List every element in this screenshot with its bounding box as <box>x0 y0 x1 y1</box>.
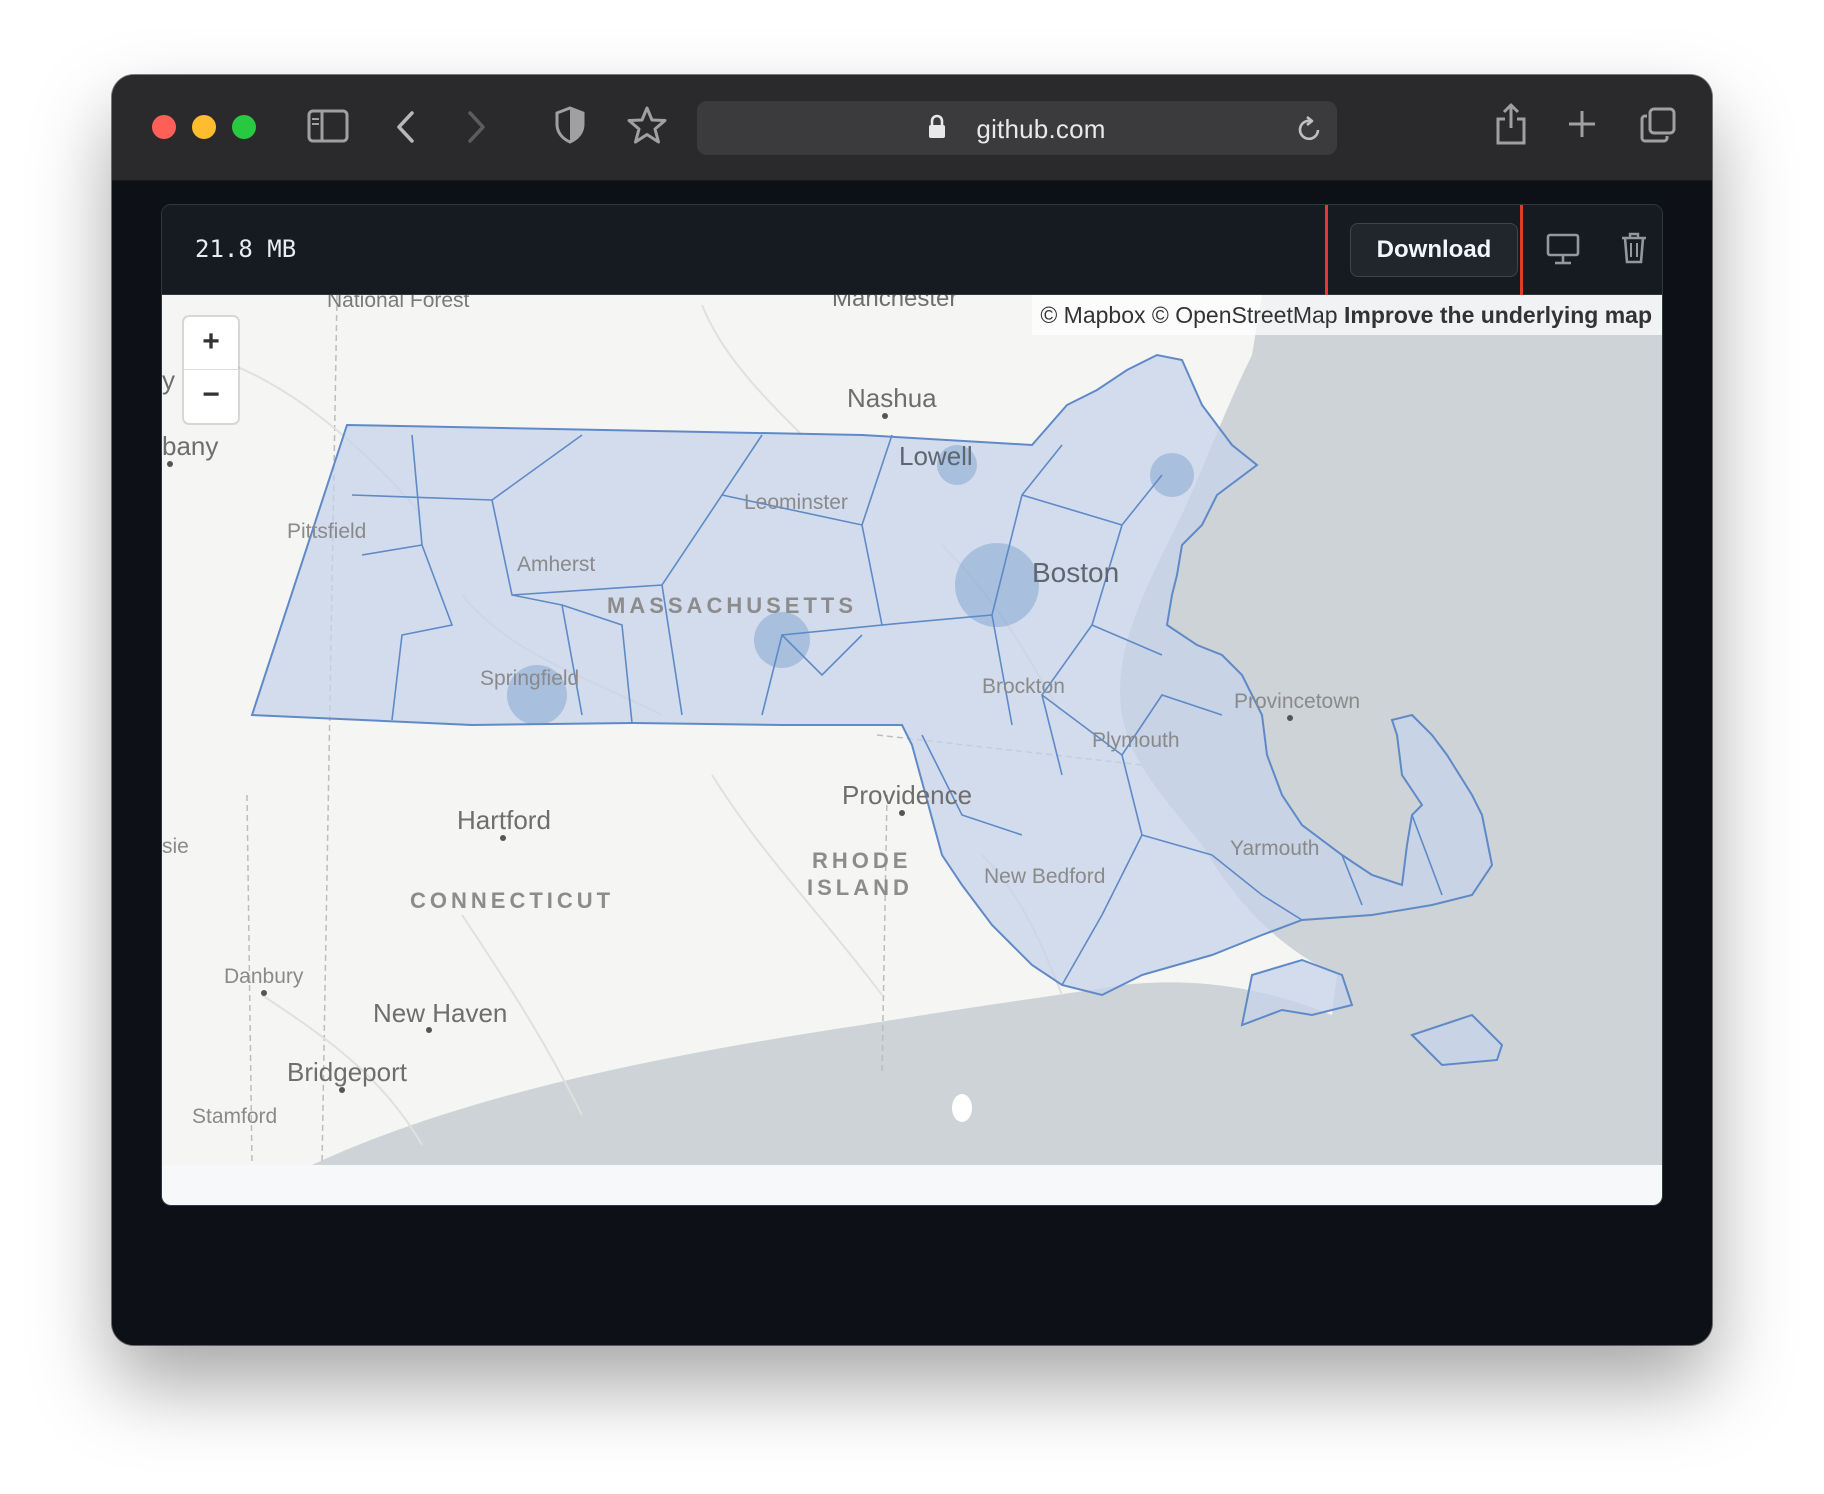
zoom-controls: + − <box>184 317 238 423</box>
url-text: github.com <box>976 114 1106 144</box>
city-dot <box>882 413 888 419</box>
place-label: Stamford <box>192 1105 278 1128</box>
place-label: Danbury <box>224 965 304 988</box>
maximize-window-button[interactable] <box>232 115 256 139</box>
city-dot <box>500 835 506 841</box>
state-label: MASSACHUSETTS <box>607 593 858 618</box>
star-icon[interactable] <box>627 105 667 145</box>
browser-toolbar: github.com <box>112 75 1712 181</box>
state-label: ISLAND <box>807 875 913 900</box>
place-label: bany <box>162 431 219 461</box>
file-header: 21.8 MB Download <box>162 205 1662 301</box>
minimize-window-button[interactable] <box>192 115 216 139</box>
city-dot <box>899 810 905 816</box>
place-label: Pittsfield <box>287 520 367 543</box>
highlight-box <box>1325 205 1523 301</box>
forward-icon[interactable] <box>464 109 488 145</box>
place-label: Springfield <box>480 667 580 690</box>
place-label: Plymouth <box>1092 729 1180 752</box>
tabs-overview-icon[interactable] <box>1639 106 1677 144</box>
place-label: Manchester <box>832 295 958 312</box>
place-label: Provincetown <box>1234 690 1361 713</box>
map-footer <box>162 1165 1662 1205</box>
share-icon[interactable] <box>1494 102 1528 146</box>
file-viewer-panel: 21.8 MB Download National Forest Manches… <box>161 204 1663 1206</box>
zoom-out-button[interactable]: − <box>184 370 238 422</box>
attribution-mapbox-link[interactable]: © Mapbox <box>1040 302 1145 328</box>
map-view[interactable]: National Forest Manchester Nashua y bany… <box>162 295 1662 1165</box>
city-dot <box>339 1087 345 1093</box>
attribution-osm-link[interactable]: © OpenStreetMap <box>1152 302 1338 328</box>
place-label: Hartford <box>457 805 551 835</box>
shield-icon[interactable] <box>555 106 585 144</box>
city-dot <box>1287 715 1293 721</box>
page-content: 21.8 MB Download National Forest Manches… <box>112 181 1712 1345</box>
place-label: y <box>162 365 175 395</box>
place-label: Yarmouth <box>1230 837 1320 860</box>
place-label: sie <box>162 835 189 858</box>
place-label: Bridgeport <box>287 1057 407 1087</box>
file-size: 21.8 MB <box>195 235 297 263</box>
place-label: Boston <box>1032 557 1120 588</box>
boundary-layer <box>250 353 1504 1067</box>
city-dot <box>167 461 173 467</box>
place-label: Leominster <box>744 491 848 514</box>
place-label: Brockton <box>982 675 1065 698</box>
new-tab-icon[interactable] <box>1566 108 1598 140</box>
improve-map-link[interactable]: Improve the underlying map <box>1344 302 1652 328</box>
place-label: Providence <box>842 780 973 810</box>
place-label: Amherst <box>517 553 596 576</box>
address-bar[interactable]: github.com <box>697 101 1337 155</box>
back-icon[interactable] <box>394 109 418 145</box>
reload-icon[interactable] <box>1297 115 1323 143</box>
place-label: New Haven <box>373 998 508 1028</box>
display-icon[interactable] <box>1546 232 1580 266</box>
map-attribution: © Mapbox © OpenStreetMap Improve the und… <box>1032 295 1662 335</box>
state-label: CONNECTICUT <box>410 888 615 913</box>
close-window-button[interactable] <box>152 115 176 139</box>
place-label: Lowell <box>899 441 973 471</box>
zoom-in-button[interactable]: + <box>184 317 238 369</box>
browser-window: github.com 21.8 MB Download National For… <box>112 75 1712 1345</box>
place-label: Nashua <box>847 383 937 413</box>
place-label: National Forest <box>327 295 470 312</box>
sidebar-icon[interactable] <box>307 109 349 143</box>
city-dot <box>426 1027 432 1033</box>
city-dot <box>261 990 267 996</box>
trash-icon[interactable] <box>1620 231 1648 265</box>
lock-icon <box>929 114 945 138</box>
place-label: New Bedford <box>984 865 1106 888</box>
state-label: RHODE <box>812 848 912 873</box>
